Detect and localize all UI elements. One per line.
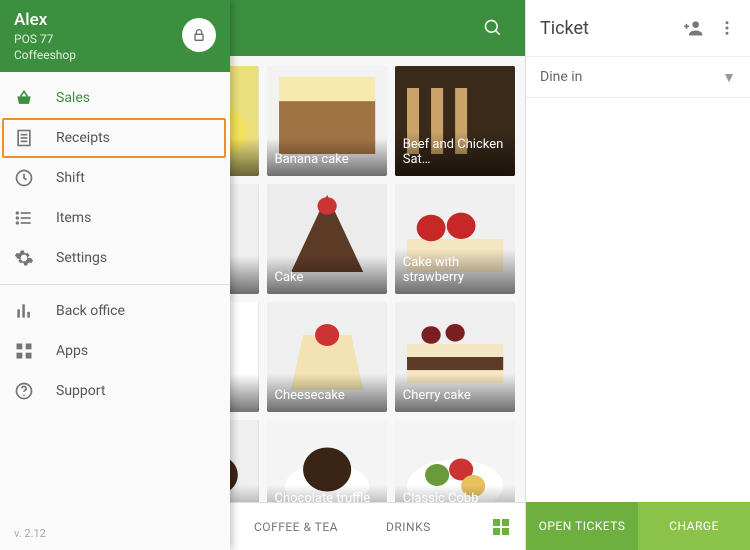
tab-drinks[interactable]: DRINKS bbox=[362, 503, 455, 550]
store-name: Coffeeshop bbox=[14, 48, 216, 62]
sidebar-item-shift[interactable]: Shift bbox=[0, 158, 230, 198]
product-label: Cherry cake bbox=[395, 374, 515, 412]
product-tile[interactable]: Classic Cobb Salad bbox=[395, 420, 515, 502]
sidebar-item-settings[interactable]: Settings bbox=[0, 238, 230, 278]
product-tile[interactable]: Beef and Chicken Sat… bbox=[395, 66, 515, 176]
product-tile[interactable]: Banana cake bbox=[267, 66, 387, 176]
sidebar-item-label: Settings bbox=[56, 250, 107, 266]
divider bbox=[0, 284, 230, 285]
sidebar-item-label: Back office bbox=[56, 303, 125, 319]
product-label: Cheesecake bbox=[267, 374, 387, 412]
dining-option-label: Dine in bbox=[540, 69, 722, 85]
nav-drawer: Alex POS 77 Coffeeshop Sales Receipts bbox=[0, 0, 230, 550]
sidebar-item-label: Apps bbox=[56, 343, 88, 359]
product-label: Banana cake bbox=[267, 138, 387, 176]
more-vert-icon[interactable] bbox=[718, 19, 736, 37]
sidebar-item-label: Items bbox=[56, 210, 91, 226]
clock-icon bbox=[14, 168, 34, 188]
search-icon[interactable] bbox=[483, 18, 503, 38]
gear-icon bbox=[14, 248, 34, 268]
drawer-header: Alex POS 77 Coffeeshop bbox=[0, 0, 230, 72]
product-label: Beef and Chicken Sat… bbox=[395, 131, 515, 176]
layout-grid-icon[interactable] bbox=[477, 518, 525, 536]
dropdown-arrow-icon: ▼ bbox=[722, 69, 736, 86]
add-customer-icon[interactable] bbox=[684, 18, 704, 38]
sidebar-item-label: Receipts bbox=[56, 130, 110, 146]
charge-button[interactable]: CHARGE bbox=[638, 502, 750, 550]
dining-option-select[interactable]: Dine in ▼ bbox=[526, 56, 750, 98]
sidebar-item-items[interactable]: Items bbox=[0, 198, 230, 238]
sidebar-item-label: Shift bbox=[56, 170, 85, 186]
list-icon bbox=[14, 208, 34, 228]
product-tile[interactable]: Cake bbox=[267, 184, 387, 294]
product-tile[interactable]: Cheesecake bbox=[267, 302, 387, 412]
bar-chart-icon bbox=[14, 301, 34, 321]
open-tickets-button[interactable]: OPEN TICKETS bbox=[526, 502, 638, 550]
sidebar-item-label: Support bbox=[56, 383, 105, 399]
product-tile[interactable]: Cherry cake bbox=[395, 302, 515, 412]
receipt-icon bbox=[14, 128, 34, 148]
sidebar-item-receipts[interactable]: Receipts bbox=[0, 118, 230, 158]
product-label: Classic Cobb Salad bbox=[395, 485, 515, 502]
help-icon bbox=[14, 381, 34, 401]
sidebar-item-sales[interactable]: Sales bbox=[0, 78, 230, 118]
ticket-body bbox=[526, 98, 750, 502]
sidebar-item-back-office[interactable]: Back office bbox=[0, 291, 230, 331]
ticket-panel: Ticket Dine in ▼ OPEN TICKETS CHARGE bbox=[525, 0, 750, 550]
product-label: Cake with strawberry bbox=[395, 249, 515, 294]
tab-coffee-tea[interactable]: COFFEE & TEA bbox=[230, 503, 362, 550]
sidebar-item-support[interactable]: Support bbox=[0, 371, 230, 411]
version-label: v. 2.12 bbox=[0, 517, 230, 550]
product-tile[interactable]: Chocolate truffle dess… bbox=[267, 420, 387, 502]
sidebar-item-apps[interactable]: Apps bbox=[0, 331, 230, 371]
basket-icon bbox=[14, 88, 34, 108]
ticket-title: Ticket bbox=[540, 18, 670, 39]
sidebar-item-label: Sales bbox=[56, 90, 90, 106]
apps-icon bbox=[14, 341, 34, 361]
product-label: Cake bbox=[267, 256, 387, 294]
product-tile[interactable]: Cake with strawberry bbox=[395, 184, 515, 294]
lock-button[interactable] bbox=[182, 18, 216, 52]
product-label: Chocolate truffle dess… bbox=[267, 485, 387, 502]
